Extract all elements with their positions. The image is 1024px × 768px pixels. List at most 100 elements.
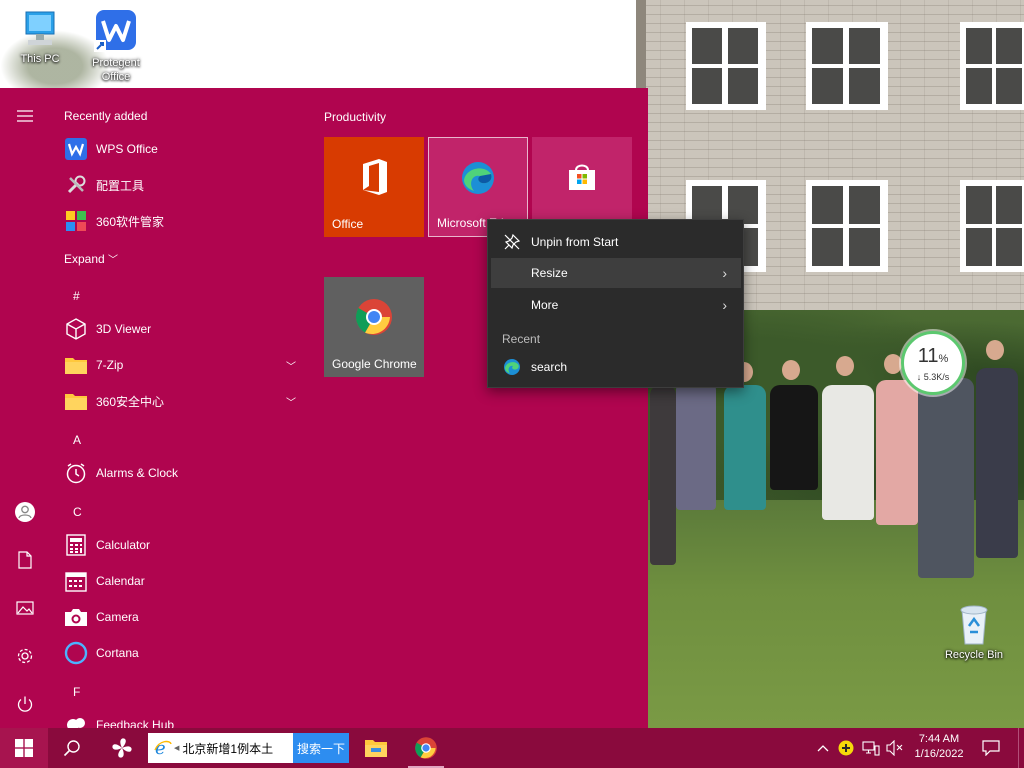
chevron-down-icon[interactable]: ﹀ <box>286 394 296 409</box>
unpin-icon <box>504 233 521 250</box>
settings-button[interactable] <box>0 636 50 676</box>
tile-context-menu: Unpin from Start Resize › More › Recent … <box>487 219 744 388</box>
settings-icon <box>17 648 33 664</box>
tile-office[interactable]: Office <box>324 137 424 237</box>
taskbar-search-button[interactable] <box>50 728 94 768</box>
app-item-3d-viewer[interactable]: 3D Viewer <box>50 311 310 347</box>
alarm-clock-icon <box>66 463 86 484</box>
chevron-right-icon: › <box>722 297 727 313</box>
menu-item-label: Resize <box>531 266 568 280</box>
app-item-feedback-hub[interactable]: Feedback Hub <box>50 707 310 728</box>
360-software-icon <box>66 211 86 231</box>
group-letter[interactable]: C <box>73 505 82 519</box>
app-label: Cortana <box>96 646 139 660</box>
menu-item-more[interactable]: More › <box>491 290 741 320</box>
app-item-camera[interactable]: Camera <box>50 599 310 635</box>
app-label: WPS Office <box>96 142 158 156</box>
user-account-button[interactable] <box>0 492 50 532</box>
chrome-icon <box>415 737 437 759</box>
user-icon <box>15 502 35 522</box>
start-button[interactable] <box>0 728 48 768</box>
group-letter[interactable]: A <box>73 433 81 447</box>
camera-icon <box>65 609 87 626</box>
volume-muted-icon <box>886 740 903 756</box>
desktop-icon-recycle-bin[interactable]: Recycle Bin <box>934 604 1014 662</box>
taskbar-file-explorer[interactable] <box>354 728 398 768</box>
app-label: 7-Zip <box>96 358 124 372</box>
taskbar-clock[interactable]: 7:44 AM 1/16/2022 <box>906 732 972 762</box>
search-submit-button[interactable]: 搜索一下 <box>293 733 349 763</box>
pinwheel-icon <box>112 738 132 758</box>
clock-date: 1/16/2022 <box>914 748 964 760</box>
feedback-icon <box>67 718 85 728</box>
tray-app-icon[interactable] <box>836 728 856 768</box>
group-letter[interactable]: # <box>73 289 80 303</box>
app-item-wps-office[interactable]: WPS Office <box>50 131 310 167</box>
menu-item-recent-search[interactable]: search <box>491 352 741 382</box>
menu-item-resize[interactable]: Resize › <box>491 258 741 288</box>
calculator-icon <box>66 534 86 556</box>
hamburger-icon <box>17 110 33 122</box>
tile-google-chrome[interactable]: Google Chrome <box>324 277 424 377</box>
show-desktop-button[interactable] <box>1018 728 1024 768</box>
documents-button[interactable] <box>0 540 50 580</box>
wps-shortcut-icon <box>94 10 136 52</box>
windows-logo-icon <box>15 739 33 757</box>
recent-section-title: Recent <box>502 332 541 346</box>
app-label: 3D Viewer <box>96 322 152 336</box>
app-label: Camera <box>96 610 139 624</box>
tray-overflow-button[interactable] <box>814 728 832 768</box>
desktop-icon-protegent-office[interactable]: Protegent Office <box>76 10 156 84</box>
dropdown-arrow-icon[interactable]: ◀ <box>174 744 179 752</box>
taskbar-search-field[interactable]: e ◀ 北京新增1例本土 <box>148 733 294 763</box>
app-item-calendar[interactable]: Calendar <box>50 563 310 599</box>
app-item-cortana[interactable]: Cortana <box>50 635 310 671</box>
tile-label: Office <box>332 217 364 231</box>
wps-icon <box>65 138 87 160</box>
app-label: Calendar <box>96 574 145 588</box>
action-center-button[interactable] <box>976 728 1006 768</box>
taskbar-pinwheel-app[interactable] <box>100 728 144 768</box>
chevron-up-icon <box>817 745 829 752</box>
recycle-bin-icon <box>960 605 988 645</box>
ie-icon: e <box>154 738 172 758</box>
app-label: 配置工具 <box>96 178 145 193</box>
pictures-icon <box>16 601 34 615</box>
tiles-group-title[interactable]: Productivity <box>324 110 386 124</box>
office-icon <box>363 159 387 195</box>
app-item-360-software[interactable]: 360软件管家 <box>50 203 310 239</box>
clock-time: 7:44 AM <box>918 733 960 745</box>
chevron-down-icon[interactable]: ﹀ <box>286 358 296 373</box>
network-monitor-widget[interactable]: 11% ↓ 5.3K/s <box>901 331 965 395</box>
desktop-icon-label: Recycle Bin <box>944 649 1004 661</box>
app-item-360-security[interactable]: 360安全中心 ﹀ <box>50 383 310 419</box>
edge-icon <box>504 359 520 375</box>
search-icon <box>63 740 80 757</box>
desktop-icon-this-pc[interactable]: This PC <box>0 10 80 66</box>
app-label: Calculator <box>96 538 151 552</box>
app-item-7zip[interactable]: 7-Zip ﹀ <box>50 347 310 383</box>
menu-item-label: More <box>531 298 559 312</box>
folder-icon <box>65 394 87 410</box>
taskbar-google-chrome[interactable] <box>404 728 448 768</box>
app-label: 360软件管家 <box>96 214 165 229</box>
hamburger-button[interactable] <box>0 96 50 136</box>
app-item-calculator[interactable]: Calculator <box>50 527 310 563</box>
power-button[interactable] <box>0 684 50 724</box>
tray-volume[interactable] <box>884 728 906 768</box>
tray-network[interactable] <box>860 728 882 768</box>
app-item-alarms-clock[interactable]: Alarms & Clock <box>50 455 310 491</box>
group-letter[interactable]: F <box>73 685 80 699</box>
expand-link[interactable]: Expand ﹀ <box>64 251 118 266</box>
chevron-down-icon: ﹀ <box>108 255 119 266</box>
menu-item-unpin-from-start[interactable]: Unpin from Start <box>491 227 741 257</box>
network-icon <box>862 741 880 756</box>
app-label: Alarms & Clock <box>96 466 179 480</box>
cube-icon <box>66 318 86 340</box>
pictures-button[interactable] <box>0 588 50 628</box>
desktop-icon-label: This PC <box>20 53 60 65</box>
tools-icon <box>67 175 86 194</box>
download-speed: ↓ 5.3K/s <box>916 372 950 382</box>
app-list: Recently added WPS Office 配置工具 360软件管家 E… <box>50 88 310 728</box>
app-item-config-tool[interactable]: 配置工具 <box>50 167 310 203</box>
